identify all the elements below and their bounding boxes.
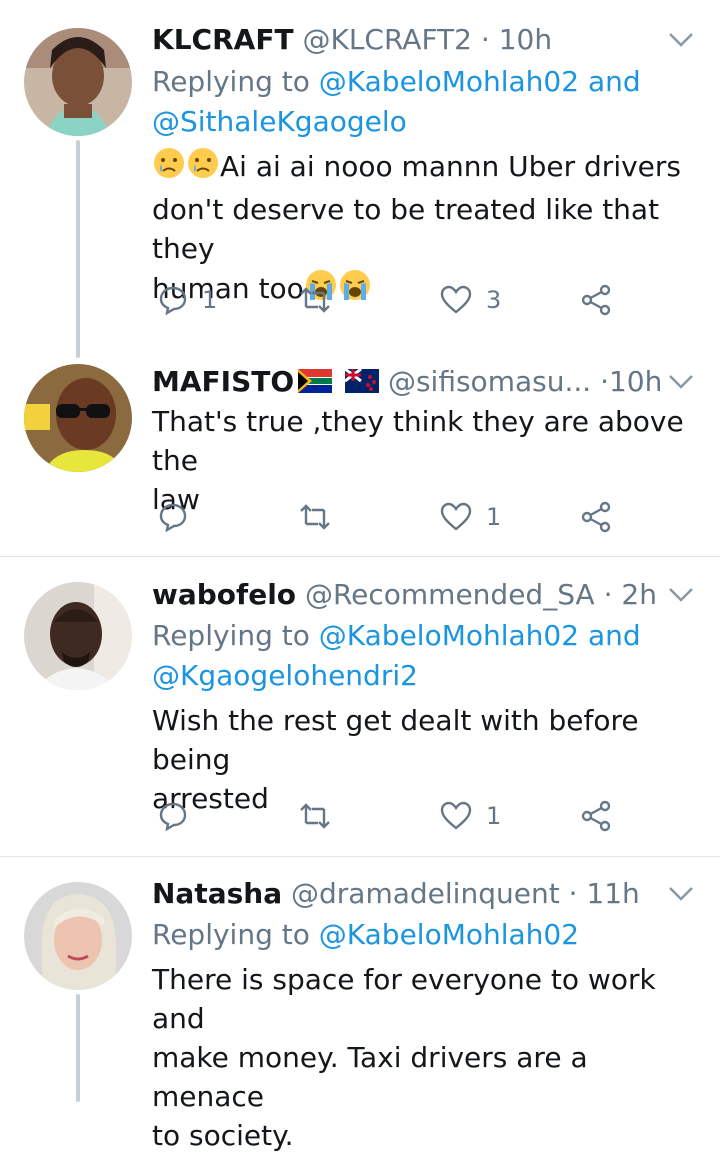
replying-and: and: [587, 65, 641, 98]
separator-dot: ·: [600, 365, 609, 398]
like-button[interactable]: 3: [440, 280, 501, 320]
tweet-header: MAFISTO @sifisomasu... ·10h: [152, 364, 662, 402]
avatar[interactable]: [24, 364, 132, 472]
thread-line: [76, 994, 80, 1102]
timestamp[interactable]: 11h: [586, 877, 639, 910]
display-name[interactable]: MAFISTO: [152, 365, 294, 398]
mention-link[interactable]: @Kgaogelohendri2: [152, 659, 418, 692]
south-africa-flag-emoji: [298, 366, 333, 402]
avatar[interactable]: [24, 882, 132, 990]
chevron-down-icon[interactable]: [668, 32, 694, 52]
retweet-button[interactable]: [298, 280, 332, 320]
share-icon: [581, 501, 611, 533]
separator-dot: ·: [603, 578, 613, 611]
reply-icon: [159, 286, 187, 315]
replying-prefix: Replying to: [152, 65, 310, 98]
username[interactable]: @dramadelinquent: [291, 877, 560, 910]
tweet-line: That's true ,they think they are above t…: [152, 405, 684, 477]
display-name[interactable]: wabofelo: [152, 578, 296, 611]
share-button[interactable]: [580, 497, 612, 537]
heart-icon: [440, 801, 472, 830]
tweet-line: There is space for everyone to work and: [152, 963, 656, 1035]
timestamp[interactable]: 10h: [609, 365, 662, 398]
reply-icon: [159, 503, 187, 532]
retweet-icon: [300, 803, 330, 829]
mention-link[interactable]: @SithaleKgaogelo: [152, 105, 407, 138]
separator-dot: ·: [568, 877, 578, 910]
tweet-header: Natasha @dramadelinquent · 11h: [152, 876, 640, 912]
share-icon: [581, 800, 611, 832]
like-button[interactable]: 1: [440, 497, 501, 537]
username[interactable]: @KLCRAFT2: [302, 23, 472, 56]
username[interactable]: @sifisomasu...: [388, 365, 591, 398]
reply-icon: [159, 802, 187, 831]
retweet-button[interactable]: [298, 796, 332, 836]
share-icon: [581, 284, 611, 316]
tweet-divider: [0, 556, 720, 557]
tweet-line: to society.: [152, 1119, 294, 1152]
display-name[interactable]: Natasha: [152, 877, 282, 910]
separator-dot: ·: [480, 23, 490, 56]
share-button[interactable]: [580, 280, 612, 320]
tweet-actions: 1: [152, 497, 652, 537]
tweet-line: Wish the rest get dealt with before bein…: [152, 704, 639, 776]
mention-link[interactable]: @KabeloMohlah02: [319, 619, 579, 652]
tweet-line: Ai ai ai nooo mannn Uber drivers: [220, 150, 681, 183]
display-name[interactable]: KLCRAFT: [152, 23, 294, 56]
retweet-button[interactable]: [298, 497, 332, 537]
tweet-header: wabofelo @Recommended_SA · 2h: [152, 577, 657, 613]
like-count: 3: [486, 286, 502, 314]
replying-prefix: Replying to: [152, 619, 310, 652]
tweet-text: There is space for everyone to work and …: [152, 960, 692, 1155]
mention-link[interactable]: @KabeloMohlah02: [319, 918, 579, 951]
avatar[interactable]: [24, 28, 132, 136]
timestamp[interactable]: 10h: [499, 23, 552, 56]
heart-icon: [440, 285, 472, 314]
tweet-header: KLCRAFT @KLCRAFT2 · 10h: [152, 22, 552, 58]
tweet-actions: 1 3: [152, 280, 652, 320]
like-button[interactable]: 1: [440, 796, 501, 836]
reply-count: 1: [202, 286, 218, 314]
mention-link[interactable]: @KabeloMohlah02: [319, 65, 579, 98]
chevron-down-icon[interactable]: [668, 886, 694, 906]
retweet-icon: [300, 287, 330, 313]
crying-face-emoji: [152, 146, 186, 190]
replying-prefix: Replying to: [152, 918, 310, 951]
chevron-down-icon[interactable]: [668, 374, 694, 394]
tweet-divider: [0, 856, 720, 857]
replying-to: Replying to @KabeloMohlah02: [152, 915, 579, 955]
like-count: 1: [486, 802, 502, 830]
replying-to: Replying to @KabeloMohlah02 and @Kgaogel…: [152, 616, 641, 696]
avatar[interactable]: [24, 582, 132, 690]
like-count: 1: [486, 503, 502, 531]
tweet-line: make money. Taxi drivers are a menace: [152, 1041, 588, 1113]
timestamp[interactable]: 2h: [621, 578, 657, 611]
username[interactable]: @Recommended_SA: [305, 578, 595, 611]
heart-icon: [440, 502, 472, 531]
share-button[interactable]: [580, 796, 612, 836]
replying-to: Replying to @KabeloMohlah02 and @Sithale…: [152, 62, 641, 142]
new-zealand-flag-emoji: [344, 366, 380, 402]
tweet-actions: 1: [152, 796, 652, 836]
replying-and: and: [587, 619, 641, 652]
thread-line: [76, 140, 80, 358]
crying-face-emoji: [186, 146, 220, 190]
reply-button[interactable]: 1: [158, 280, 217, 320]
retweet-icon: [300, 504, 330, 530]
reply-button[interactable]: [158, 796, 188, 836]
reply-button[interactable]: [158, 497, 188, 537]
chevron-down-icon[interactable]: [668, 587, 694, 607]
tweet-line: don't deserve to be treated like that th…: [152, 193, 660, 265]
